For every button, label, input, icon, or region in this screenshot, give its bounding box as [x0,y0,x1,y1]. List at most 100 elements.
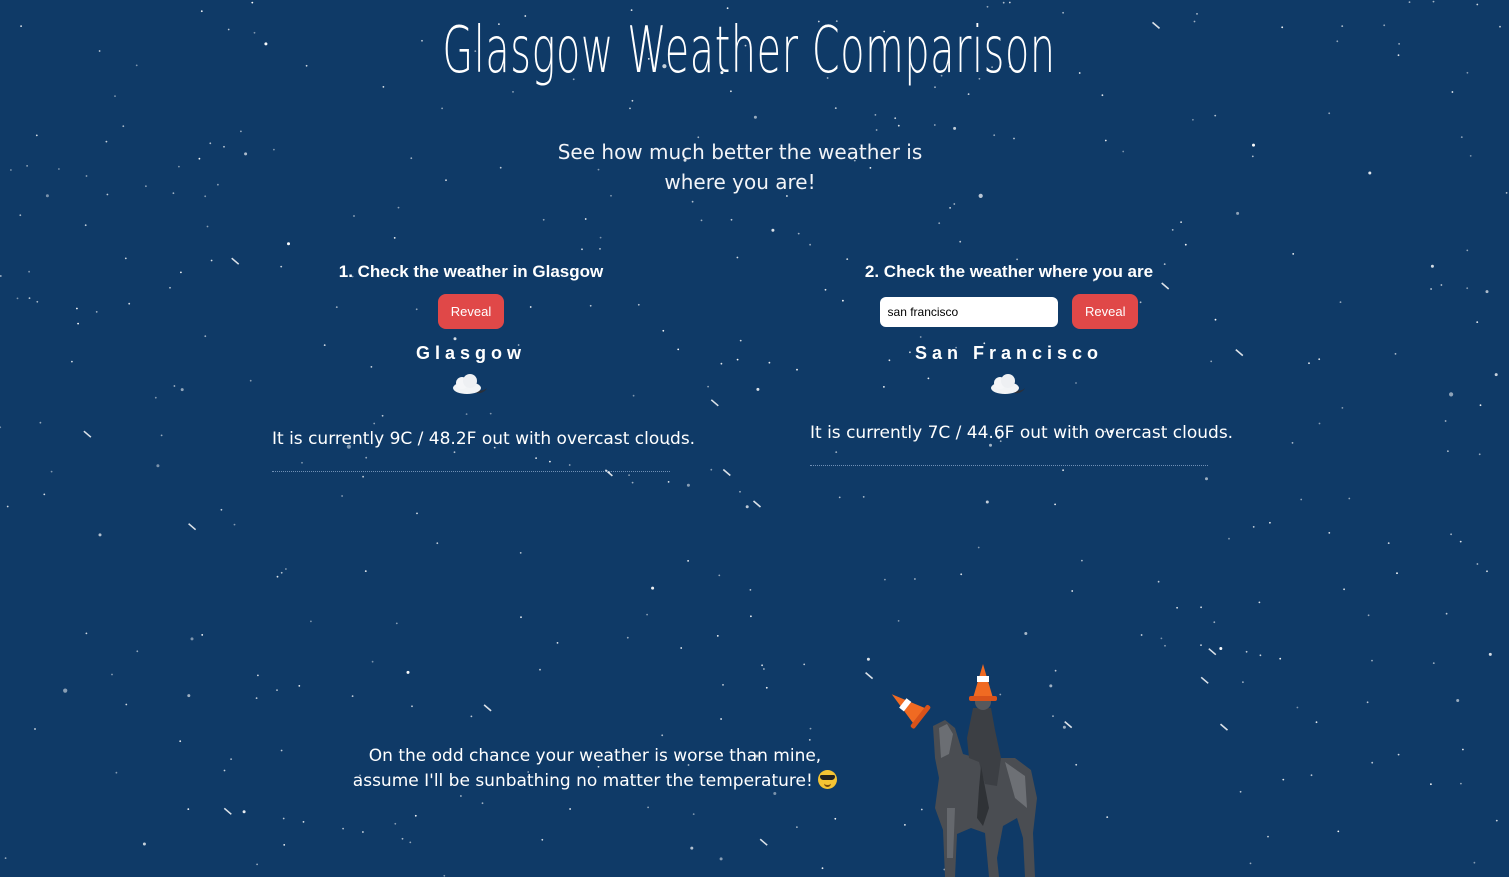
star-speck [364,570,367,572]
star-speck [1205,477,1208,481]
star-speck [1106,816,1109,818]
star-speck [1505,192,1508,194]
star-speck [26,165,28,167]
star-speck [416,512,418,515]
star-speck [351,695,354,697]
star-speck [1328,112,1331,115]
star-speck [718,574,721,577]
star-speck [255,697,258,699]
star-speck [1337,830,1340,833]
star-speck [35,134,38,137]
star-speck [201,634,204,636]
star-speck [866,657,870,661]
local-panel-heading: 2. Check the weather where you are [864,262,1154,281]
star-streak [83,430,92,438]
star-speck [1160,637,1163,640]
star-speck [771,228,775,232]
star-speck [1456,699,1460,702]
star-speck [1408,1,1411,3]
star-speck [401,837,404,840]
star-speck [172,192,175,195]
star-speck [481,802,484,805]
star-speck [556,642,559,644]
star-speck [1485,290,1489,294]
star-speck [187,808,190,810]
star-streak [865,671,874,680]
star-speck [71,360,73,363]
star-speck [631,481,634,484]
star-speck [1430,264,1434,268]
star-speck [630,9,633,12]
star-speck [1462,748,1464,751]
star-speck [628,474,630,476]
star-speck [1258,601,1261,604]
glasgow-weather-panel: 1. Check the weather in Glasgow Reveal G… [272,262,695,472]
star-speck [1368,171,1372,175]
star-speck [1300,498,1303,501]
star-streak [1208,648,1217,656]
page-title: Glasgow Weather Comparison [442,14,1056,88]
star-streak [752,500,762,508]
star-speck [661,734,664,737]
star-speck [36,300,39,303]
star-speck [749,589,752,591]
star-speck [122,125,125,128]
star-speck [1449,392,1454,397]
star-streak [759,838,768,846]
star-speck [1328,532,1331,534]
glasgow-reveal-button[interactable]: Reveal [437,294,505,329]
star-speck [1062,469,1064,472]
star-speck [341,495,343,497]
star-speck [173,385,176,387]
star-speck [1371,761,1374,764]
star-speck [629,107,631,110]
local-reveal-button[interactable]: Reveal [1071,294,1139,329]
star-speck [1008,1,1011,4]
star-speck [884,578,886,581]
star-speck [874,114,877,116]
star-speck [1394,353,1397,355]
star-speck [739,339,742,342]
city-search-input[interactable] [879,296,1058,327]
star-speck [0,275,2,277]
star-speck [1249,862,1252,865]
star-speck [1459,540,1462,543]
star-speck [1367,614,1370,617]
star-speck [395,622,398,625]
star-speck [1476,3,1479,6]
star-speck [1164,644,1166,647]
star-speck [34,728,36,730]
star-speck [599,248,601,250]
star-speck [1440,284,1443,286]
star-speck [1444,420,1447,422]
star-speck [179,740,182,743]
star-speck [1397,54,1400,57]
page-subtitle: See how much better the weather is where… [557,140,923,194]
star-speck [98,533,102,537]
star-speck [233,523,236,526]
star-speck [409,841,412,844]
star-speck [1282,778,1285,781]
star-speck [1184,243,1187,246]
star-speck [1054,669,1057,672]
star-speck [687,560,689,562]
star-speck [470,715,473,718]
star-speck [985,500,989,504]
star-streak [483,704,492,712]
star-speck [1214,114,1217,117]
star-speck [1478,453,1481,456]
star-speck [846,258,849,260]
star-speck [198,157,201,160]
star-speck [154,396,157,399]
star-speck [834,107,837,109]
star-speck [1281,26,1284,29]
star-speck [938,222,941,225]
star-speck [520,616,522,619]
star-speck [136,650,139,653]
star-speck [1228,537,1230,540]
star-speck [85,632,88,635]
star-speck [1236,211,1240,215]
star-speck [220,508,223,511]
star-speck [105,140,108,143]
star-speck [1101,94,1104,97]
